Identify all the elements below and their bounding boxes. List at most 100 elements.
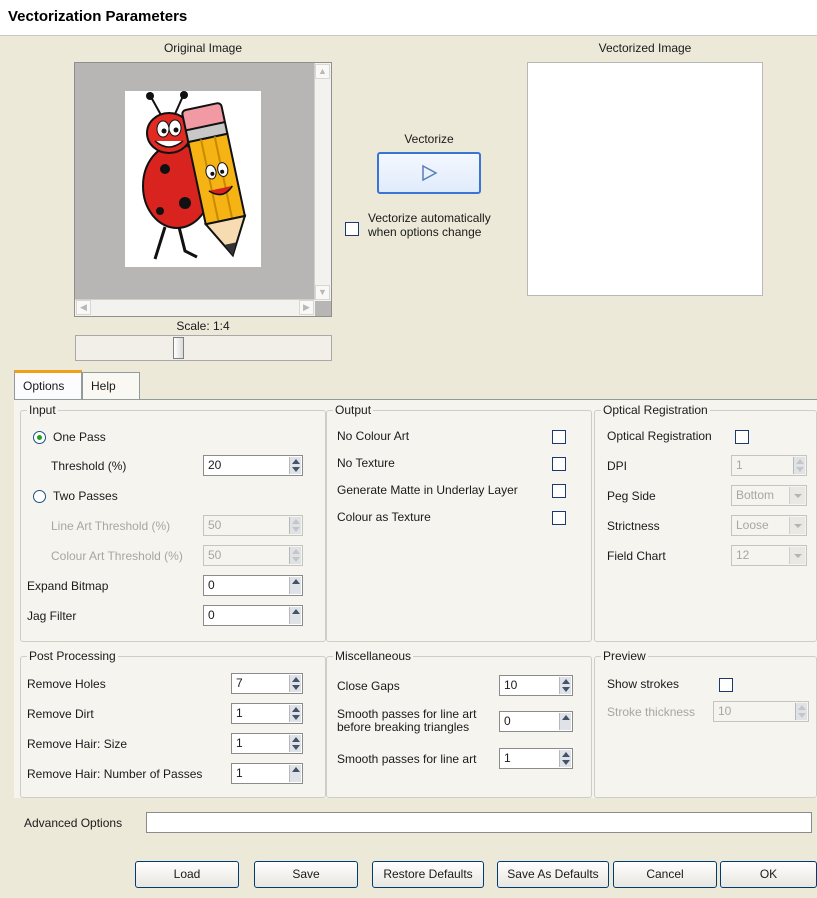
show-strokes-checkbox[interactable]: [719, 678, 733, 692]
scroll-down-icon[interactable]: ▼: [315, 285, 330, 300]
no-colour-art-checkbox[interactable]: [552, 430, 566, 444]
stroke-thickness-input[interactable]: 10: [713, 701, 809, 722]
close-gaps-input[interactable]: 10: [499, 675, 573, 696]
no-texture-checkbox[interactable]: [552, 457, 566, 471]
optical-registration-checkbox[interactable]: [735, 430, 749, 444]
vectorize-auto-checkbox[interactable]: [345, 222, 359, 236]
scale-label: Scale: 1:4: [176, 319, 230, 333]
preview-title: Preview: [601, 649, 648, 663]
remove-hair-passes-spinner[interactable]: [289, 765, 301, 782]
peg-side-label: Peg Side: [607, 489, 656, 503]
chevron-down-icon[interactable]: [789, 547, 805, 564]
close-gaps-label: Close Gaps: [337, 679, 400, 693]
colour-art-threshold-label: Colour Art Threshold (%): [51, 549, 183, 563]
cancel-button[interactable]: Cancel: [613, 861, 717, 888]
line-art-spinner[interactable]: [289, 517, 301, 534]
smooth-passes-triangles-label: Smooth passes for line art before breaki…: [337, 707, 477, 734]
scale-slider[interactable]: [75, 335, 332, 361]
field-chart-label: Field Chart: [607, 549, 666, 563]
load-button[interactable]: Load: [135, 861, 239, 888]
advanced-options-label: Advanced Options: [24, 816, 123, 830]
preview-group: Preview Show strokes Stroke thickness 10: [594, 649, 817, 798]
generate-matte-label: Generate Matte in Underlay Layer: [337, 483, 518, 497]
expand-bitmap-label: Expand Bitmap: [27, 579, 109, 593]
original-image-viewer[interactable]: ▲ ▼ ◀ ▶: [74, 62, 332, 317]
stroke-thickness-spinner[interactable]: [795, 703, 807, 720]
line-art-threshold-input[interactable]: 50: [203, 515, 303, 536]
generate-matte-checkbox[interactable]: [552, 484, 566, 498]
smooth-passes-spinner[interactable]: [559, 750, 571, 767]
threshold-spinner[interactable]: [289, 457, 301, 474]
remove-holes-spinner[interactable]: [289, 675, 301, 692]
scale-slider-thumb[interactable]: [173, 337, 184, 359]
advanced-options-input[interactable]: [146, 812, 812, 833]
scroll-left-icon[interactable]: ◀: [76, 300, 91, 315]
smooth-passes-label: Smooth passes for line art: [337, 752, 477, 766]
post-processing-title: Post Processing: [27, 649, 118, 663]
title-bar: Vectorization Parameters: [0, 0, 817, 36]
vectorize-label: Vectorize: [404, 132, 454, 146]
strictness-select[interactable]: Loose: [731, 515, 807, 536]
threshold-input[interactable]: 20: [203, 455, 303, 476]
one-pass-label: One Pass: [53, 430, 106, 444]
one-pass-radio[interactable]: [33, 431, 46, 444]
post-processing-group: Post Processing Remove Holes 7 Remove Di…: [20, 649, 326, 798]
field-chart-select[interactable]: 12: [731, 545, 807, 566]
colour-as-texture-label: Colour as Texture: [337, 510, 431, 524]
optical-registration-group: Optical Registration Optical Registratio…: [594, 403, 817, 642]
tab-options[interactable]: Options: [14, 370, 82, 400]
remove-dirt-input[interactable]: 1: [231, 703, 303, 724]
no-texture-label: No Texture: [337, 456, 395, 470]
save-as-defaults-button[interactable]: Save As Defaults: [497, 861, 609, 888]
chevron-down-icon[interactable]: [789, 517, 805, 534]
input-group: Input One Pass Threshold (%) 20 Two Pass…: [20, 403, 326, 642]
line-art-threshold-label: Line Art Threshold (%): [51, 519, 171, 533]
jag-filter-input[interactable]: 0: [203, 605, 303, 626]
stroke-thickness-label: Stroke thickness: [607, 705, 696, 719]
remove-hair-passes-label: Remove Hair: Number of Passes: [27, 767, 203, 781]
output-group-title: Output: [333, 403, 374, 417]
scroll-up-icon[interactable]: ▲: [315, 64, 330, 79]
chevron-down-icon[interactable]: [789, 487, 805, 504]
miscellaneous-title: Miscellaneous: [333, 649, 414, 663]
remove-hair-size-input[interactable]: 1: [231, 733, 303, 754]
remove-holes-input[interactable]: 7: [231, 673, 303, 694]
dpi-spinner[interactable]: [793, 457, 805, 474]
jag-filter-spinner[interactable]: [289, 607, 301, 624]
vectorize-button[interactable]: [377, 152, 481, 194]
remove-hair-size-spinner[interactable]: [289, 735, 301, 752]
remove-hair-passes-input[interactable]: 1: [231, 763, 303, 784]
cartoon-image: [125, 91, 261, 267]
expand-bitmap-spinner[interactable]: [289, 577, 301, 594]
horizontal-scrollbar[interactable]: ◀ ▶: [75, 299, 315, 316]
window-title: Vectorization Parameters: [8, 8, 188, 25]
remove-hair-size-label: Remove Hair: Size: [27, 737, 128, 751]
remove-holes-label: Remove Holes: [27, 677, 106, 691]
miscellaneous-group: Miscellaneous Close Gaps 10 Smooth passe…: [326, 649, 592, 798]
smooth-passes-input[interactable]: 1: [499, 748, 573, 769]
scroll-right-icon[interactable]: ▶: [299, 300, 314, 315]
no-colour-art-label: No Colour Art: [337, 429, 410, 443]
peg-side-select[interactable]: Bottom: [731, 485, 807, 506]
restore-defaults-button[interactable]: Restore Defaults: [372, 861, 484, 888]
two-passes-radio[interactable]: [33, 490, 46, 503]
remove-dirt-spinner[interactable]: [289, 705, 301, 722]
remove-dirt-label: Remove Dirt: [27, 707, 94, 721]
colour-as-texture-checkbox[interactable]: [552, 511, 566, 525]
expand-bitmap-input[interactable]: 0: [203, 575, 303, 596]
options-panel: Input One Pass Threshold (%) 20 Two Pass…: [14, 399, 817, 798]
tab-help[interactable]: Help: [82, 372, 140, 402]
dpi-input[interactable]: 1: [731, 455, 807, 476]
jag-filter-label: Jag Filter: [27, 609, 77, 623]
vertical-scrollbar[interactable]: ▲ ▼: [314, 63, 331, 301]
smooth-passes-triangles-spinner[interactable]: [559, 713, 571, 730]
colour-art-spinner[interactable]: [289, 547, 301, 564]
input-group-title: Input: [27, 403, 58, 417]
colour-art-threshold-input[interactable]: 50: [203, 545, 303, 566]
ok-button[interactable]: OK: [720, 861, 817, 888]
show-strokes-label: Show strokes: [607, 677, 680, 691]
save-button[interactable]: Save: [254, 861, 358, 888]
close-gaps-spinner[interactable]: [559, 677, 571, 694]
play-arrow-icon: [422, 164, 438, 182]
smooth-passes-triangles-input[interactable]: 0: [499, 711, 573, 732]
